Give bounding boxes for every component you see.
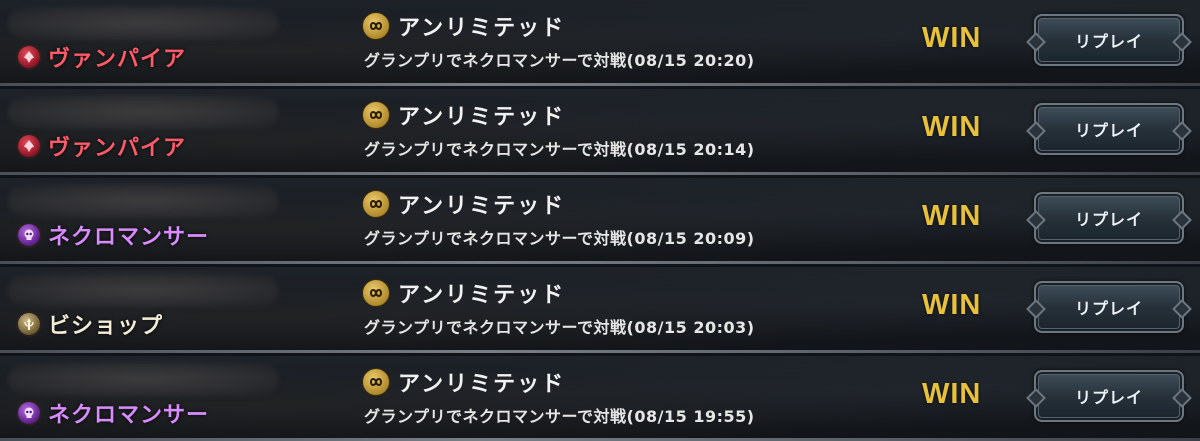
match-description: グランプリでネクロマンサーで対戦(08/15 20:03) xyxy=(364,318,755,337)
result-win: WIN xyxy=(922,22,982,54)
redacted-opponent-name xyxy=(8,184,278,218)
match-row: ネクロマンサー アンリミテッド グランプリでネクロマンサーで対戦(08/15 1… xyxy=(0,356,1200,441)
format: アンリミテッド xyxy=(362,99,565,131)
bishop-class-icon xyxy=(18,313,40,335)
necromancer-class-icon xyxy=(18,224,40,246)
infinity-icon xyxy=(362,368,390,396)
replay-button-label: リプレイ xyxy=(1074,299,1143,318)
replay-button-label: リプレイ xyxy=(1074,388,1143,407)
vampire-class-icon xyxy=(18,46,40,68)
opponent-class: ネクロマンサー xyxy=(18,396,209,430)
redacted-opponent-name xyxy=(8,95,278,129)
class-label: ヴァンパイア xyxy=(48,136,187,161)
format-label: アンリミテッド xyxy=(398,283,566,308)
opponent-class: ヴァンパイア xyxy=(18,129,186,163)
opponent-class: ビショップ xyxy=(18,307,163,341)
replay-button[interactable]: リプレイ xyxy=(1034,103,1184,155)
result-win: WIN xyxy=(922,378,982,410)
redacted-opponent-name xyxy=(8,273,278,307)
format-label: アンリミテッド xyxy=(398,16,566,41)
match-description: グランプリでネクロマンサーで対戦(08/15 20:20) xyxy=(364,51,755,70)
replay-button[interactable]: リプレイ xyxy=(1034,281,1184,333)
format: アンリミテッド xyxy=(362,10,565,42)
replay-button-label: リプレイ xyxy=(1074,210,1143,229)
infinity-icon xyxy=(362,279,390,307)
replay-button[interactable]: リプレイ xyxy=(1034,192,1184,244)
replay-button[interactable]: リプレイ xyxy=(1034,370,1184,422)
format-label: アンリミテッド xyxy=(398,105,566,130)
match-description: グランプリでネクロマンサーで対戦(08/15 20:14) xyxy=(364,140,755,159)
replay-button[interactable]: リプレイ xyxy=(1034,14,1184,66)
class-label: ビショップ xyxy=(48,314,164,339)
replay-button-label: リプレイ xyxy=(1074,121,1143,140)
vampire-class-icon xyxy=(18,135,40,157)
format-label: アンリミテッド xyxy=(398,372,566,397)
match-row: ヴァンパイア アンリミテッド グランプリでネクロマンサーで対戦(08/15 20… xyxy=(0,0,1200,86)
infinity-icon xyxy=(362,190,390,218)
match-row: ビショップ アンリミテッド グランプリでネクロマンサーで対戦(08/15 20:… xyxy=(0,267,1200,353)
match-description: グランプリでネクロマンサーで対戦(08/15 19:55) xyxy=(364,407,755,426)
match-row: ネクロマンサー アンリミテッド グランプリでネクロマンサーで対戦(08/15 2… xyxy=(0,178,1200,264)
opponent-class: ネクロマンサー xyxy=(18,218,209,252)
redacted-opponent-name xyxy=(8,6,278,40)
result-win: WIN xyxy=(922,111,982,143)
redacted-opponent-name xyxy=(8,362,278,396)
format: アンリミテッド xyxy=(362,366,565,398)
class-label: ネクロマンサー xyxy=(48,225,210,250)
opponent-class: ヴァンパイア xyxy=(18,40,186,74)
replay-button-label: リプレイ xyxy=(1074,32,1143,51)
match-history-list: ヴァンパイア アンリミテッド グランプリでネクロマンサーで対戦(08/15 20… xyxy=(0,0,1200,441)
format: アンリミテッド xyxy=(362,188,565,220)
format-label: アンリミテッド xyxy=(398,194,566,219)
class-label: ヴァンパイア xyxy=(48,47,187,72)
result-win: WIN xyxy=(922,200,982,232)
result-win: WIN xyxy=(922,289,982,321)
match-row: ヴァンパイア アンリミテッド グランプリでネクロマンサーで対戦(08/15 20… xyxy=(0,89,1200,175)
match-description: グランプリでネクロマンサーで対戦(08/15 20:09) xyxy=(364,229,755,248)
format: アンリミテッド xyxy=(362,277,565,309)
class-label: ネクロマンサー xyxy=(48,403,210,428)
infinity-icon xyxy=(362,101,390,129)
infinity-icon xyxy=(362,12,390,40)
necromancer-class-icon xyxy=(18,402,40,424)
